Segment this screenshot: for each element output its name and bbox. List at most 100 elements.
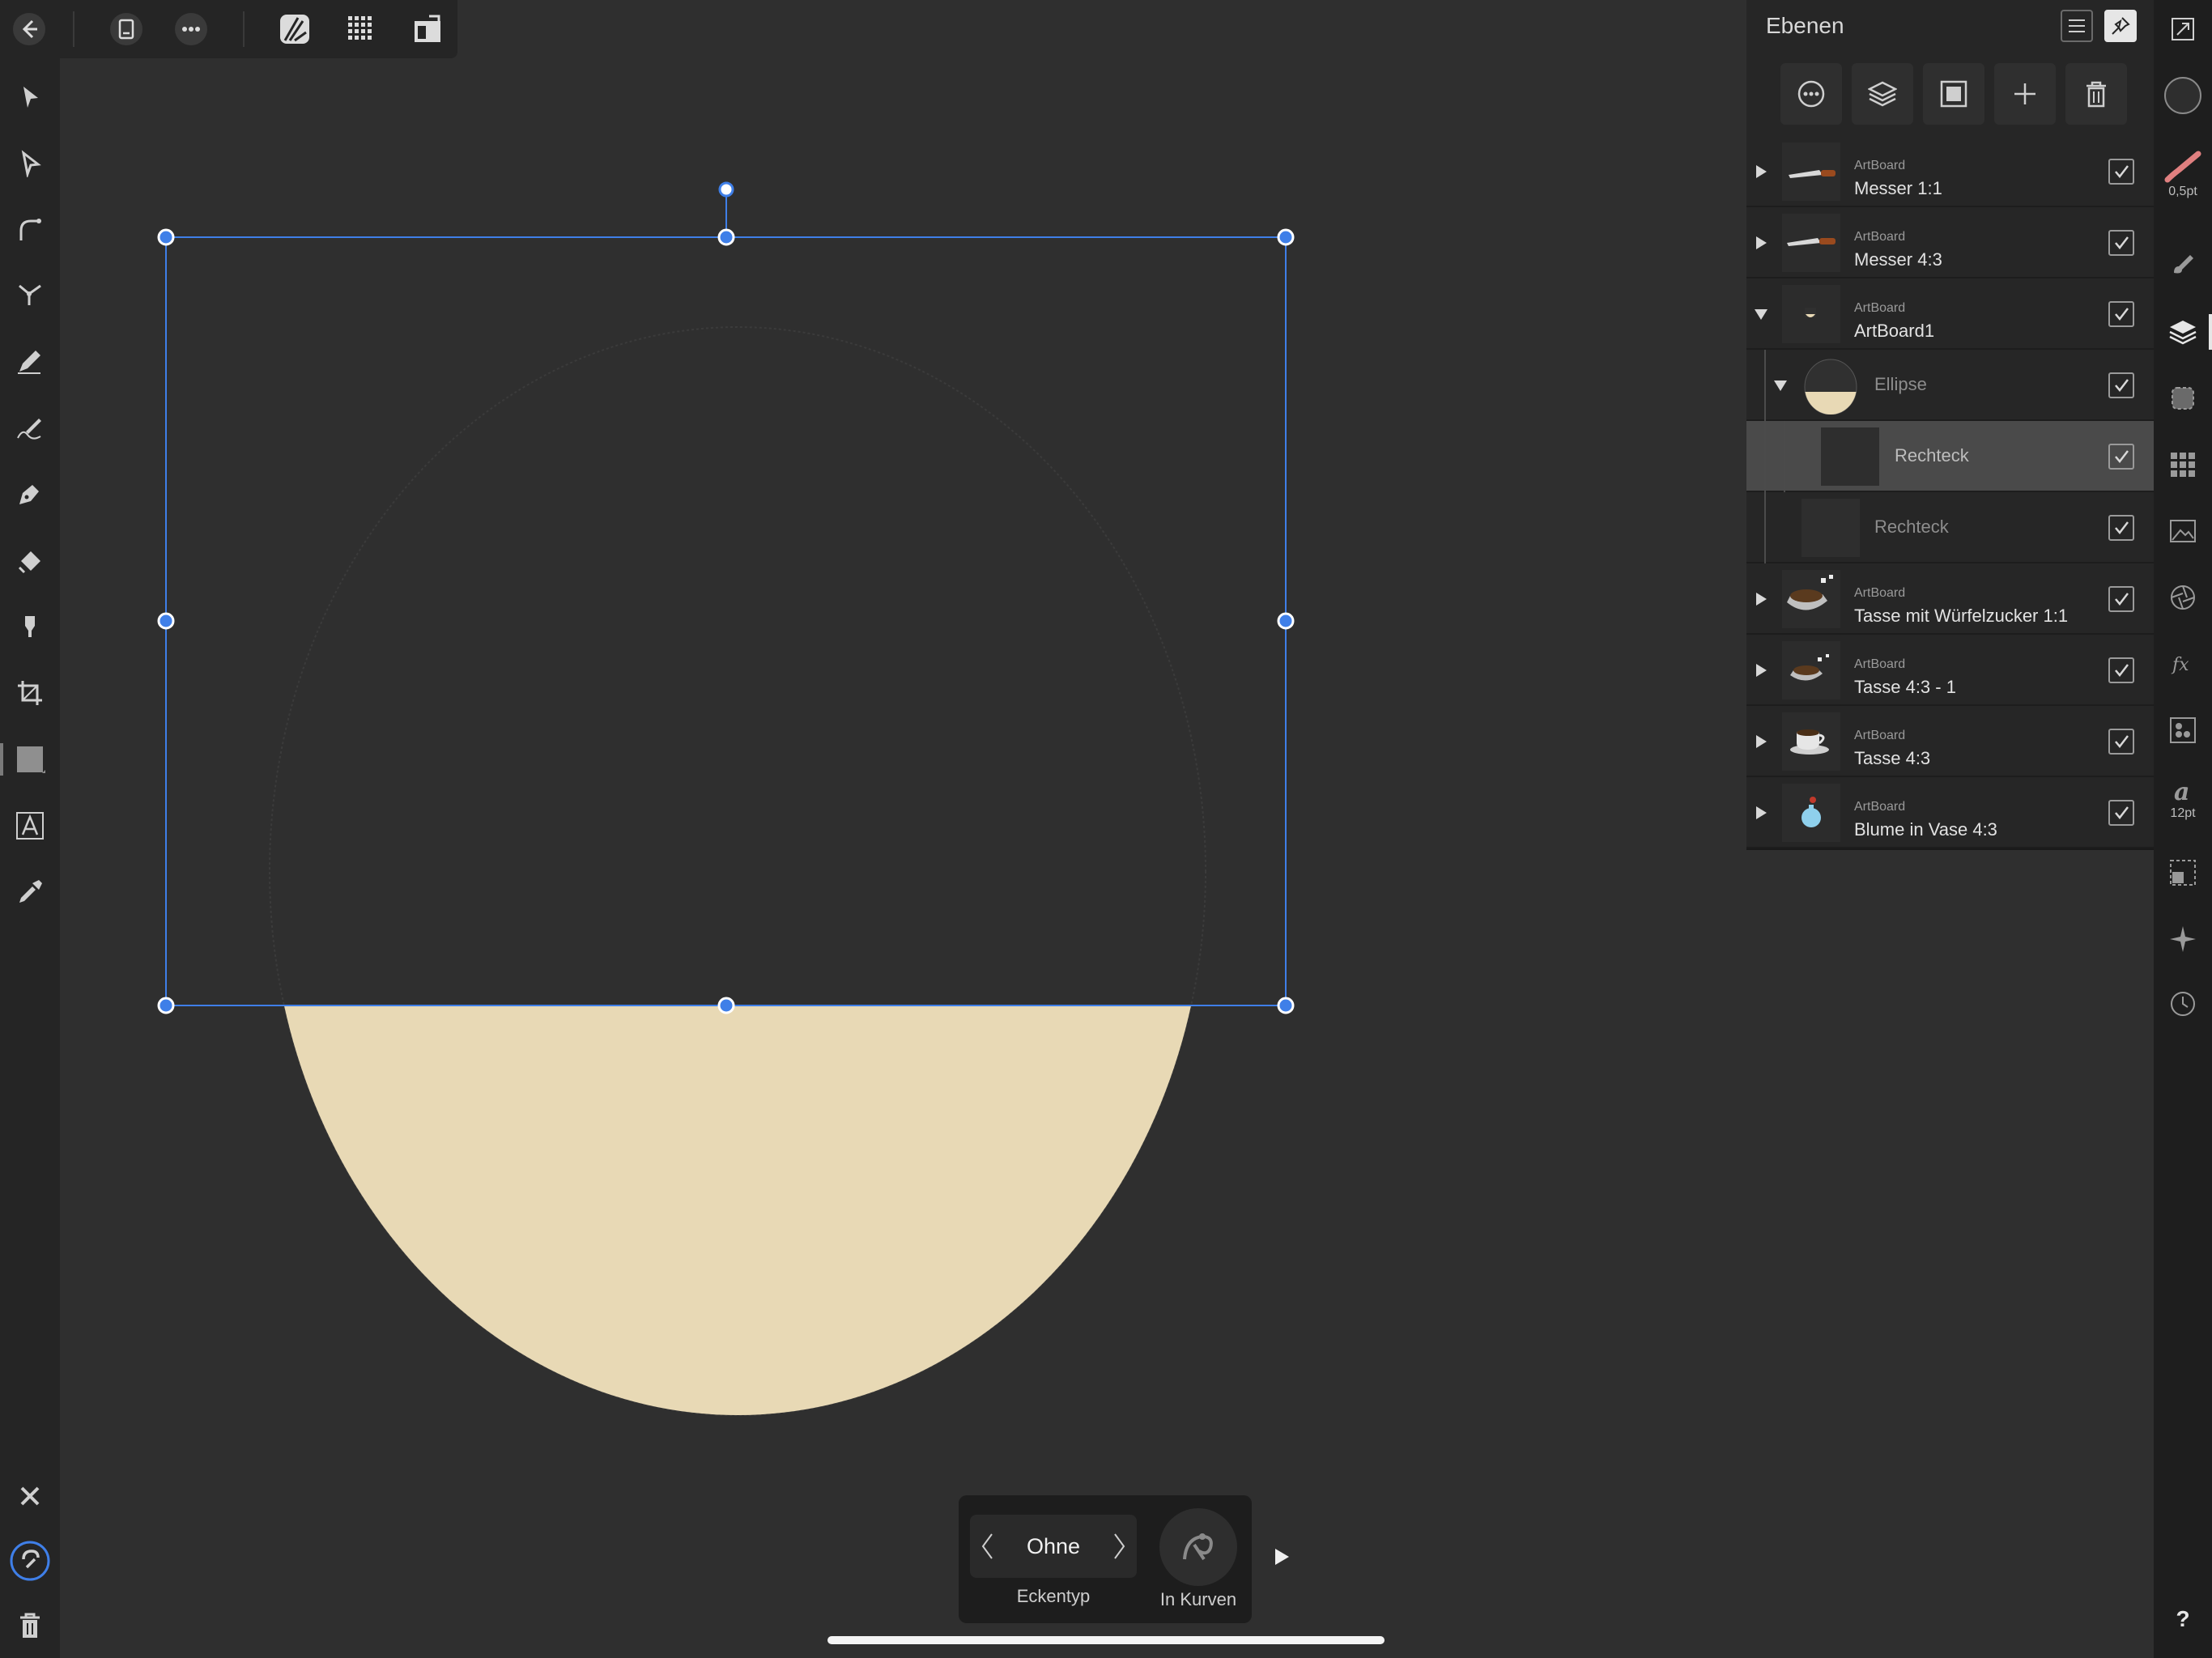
layer-row[interactable]: Ellipse [1746,350,2154,421]
chevron-left-icon[interactable] [975,1529,999,1563]
layer-name: ArtBoard1 [1854,321,1935,341]
mask-icon [1940,80,1967,108]
gradient-button[interactable] [2160,575,2206,620]
mask-layer-button[interactable] [1923,63,1984,125]
brushes-button[interactable] [2160,241,2206,287]
handle-bottom[interactable] [717,997,735,1014]
vector-brush-icon [17,419,41,440]
close-tool-button[interactable] [9,1475,51,1517]
text-styles-button[interactable]: a 12pt [2160,771,2206,827]
layer-name: Messer 4:3 [1854,249,1942,270]
back-button[interactable] [8,8,50,50]
layer-row[interactable]: ArtBoard Tasse 4:3 - 1 [1746,635,2154,706]
navigator-button[interactable] [2160,916,2206,962]
export-button[interactable] [406,8,449,50]
handle-left[interactable] [157,612,175,630]
expand-arrow-icon[interactable] [1751,661,1771,680]
layer-thumbnail [1802,499,1860,557]
rectangle-tool[interactable] [0,738,51,780]
document-button[interactable] [105,8,147,50]
handle-top[interactable] [717,228,735,246]
ellipse-shape[interactable] [270,327,1206,1415]
delete-layer-button[interactable] [2065,63,2127,125]
visibility-checkbox[interactable] [2108,515,2134,541]
chevron-right-icon[interactable] [1108,1529,1132,1563]
node-tool[interactable] [9,142,51,185]
transform-button[interactable] [2160,850,2206,895]
layer-row[interactable]: ArtBoard Messer 1:1 [1746,136,2154,207]
assets-button[interactable] [2160,508,2206,554]
pen-tool[interactable] [9,473,51,515]
collapse-arrow-icon[interactable] [1771,376,1790,395]
expand-arrow-icon[interactable] [1751,233,1771,253]
collapse-arrow-icon[interactable] [1751,304,1771,324]
layer-row[interactable]: ArtBoard Tasse mit Würfelzucker 1:1 [1746,563,2154,635]
expand-arrow-icon[interactable] [1751,732,1771,751]
home-indicator[interactable] [827,1636,1385,1644]
effects-button[interactable]: fx [2160,641,2206,687]
context-toolbar: Ohne Eckentyp In Kurven [959,1495,1252,1623]
add-layer-button[interactable] [1994,63,2056,125]
vector-brush-tool[interactable] [9,406,51,449]
expand-arrow-icon[interactable] [1751,589,1771,609]
corner-type-stepper[interactable]: Ohne [970,1515,1137,1578]
corner-tool[interactable] [9,209,51,251]
layer-stack-button[interactable] [1852,63,1913,125]
fill-tool[interactable] [9,539,51,581]
visibility-checkbox[interactable] [2108,444,2134,470]
stroke-button[interactable]: 0,5pt [2160,139,2206,210]
handle-right[interactable] [1277,612,1295,630]
grid-button[interactable] [340,8,382,50]
visibility-checkbox[interactable] [2108,159,2134,185]
artistic-text-tool[interactable] [9,805,51,847]
visibility-checkbox[interactable] [2108,301,2134,327]
snapping-button[interactable] [9,1540,51,1582]
visibility-checkbox[interactable] [2108,800,2134,826]
handle-top-right[interactable] [1277,228,1295,246]
layers-studio-button[interactable] [2160,309,2212,355]
symbols-button[interactable] [2160,708,2206,753]
help-button[interactable]: ? [2160,1596,2206,1642]
expand-arrow-icon[interactable] [1751,162,1771,181]
move-tool[interactable] [9,76,51,118]
pencil-tool[interactable] [9,340,51,382]
visibility-checkbox[interactable] [2108,657,2134,683]
layer-options-button[interactable] [1780,63,1842,125]
expand-arrow-icon[interactable] [1751,803,1771,823]
crop-tool[interactable] [9,672,51,714]
rotation-handle[interactable] [718,181,734,198]
visibility-checkbox[interactable] [2108,372,2134,398]
delete-button[interactable] [9,1605,51,1647]
persona-button[interactable] [274,8,316,50]
color-picker-tool[interactable] [9,871,51,913]
point-transform-tool[interactable] [9,274,51,316]
handle-top-left[interactable] [157,228,175,246]
options-icon [1797,80,1825,108]
visibility-checkbox[interactable] [2108,230,2134,256]
handle-bottom-left[interactable] [157,997,175,1014]
panel-menu-button[interactable] [2061,10,2093,42]
appearance-button[interactable] [2160,376,2206,421]
layer-row[interactable]: ArtBoard Tasse 4:3 [1746,706,2154,777]
swatches-button[interactable] [2160,442,2206,487]
layer-row[interactable]: Rechteck [1746,492,2154,563]
selection-box[interactable] [165,236,1287,1006]
help-icon: ? [2176,1606,2190,1631]
convert-to-curves-button[interactable] [1159,1508,1237,1586]
visibility-checkbox[interactable] [2108,729,2134,755]
history-button[interactable] [2160,981,2206,1027]
layer-row[interactable]: ArtBoard ArtBoard1 [1746,278,2154,350]
layer-row-selected[interactable]: Rechteck [1746,421,2154,492]
layer-row[interactable]: ArtBoard Messer 4:3 [1746,207,2154,278]
visibility-checkbox[interactable] [2108,586,2134,612]
layer-thumbnail [1782,214,1840,272]
fullscreen-button[interactable] [2160,6,2206,52]
play-icon[interactable] [1270,1545,1294,1569]
handle-bottom-right[interactable] [1277,997,1295,1014]
color-button[interactable] [2160,73,2206,118]
transparency-tool[interactable] [9,606,51,648]
panel-pin-button[interactable] [2104,10,2137,42]
layer-row[interactable]: ArtBoard Blume in Vase 4:3 [1746,777,2154,848]
more-button[interactable] [170,8,212,50]
canvas[interactable] [60,58,1746,1658]
